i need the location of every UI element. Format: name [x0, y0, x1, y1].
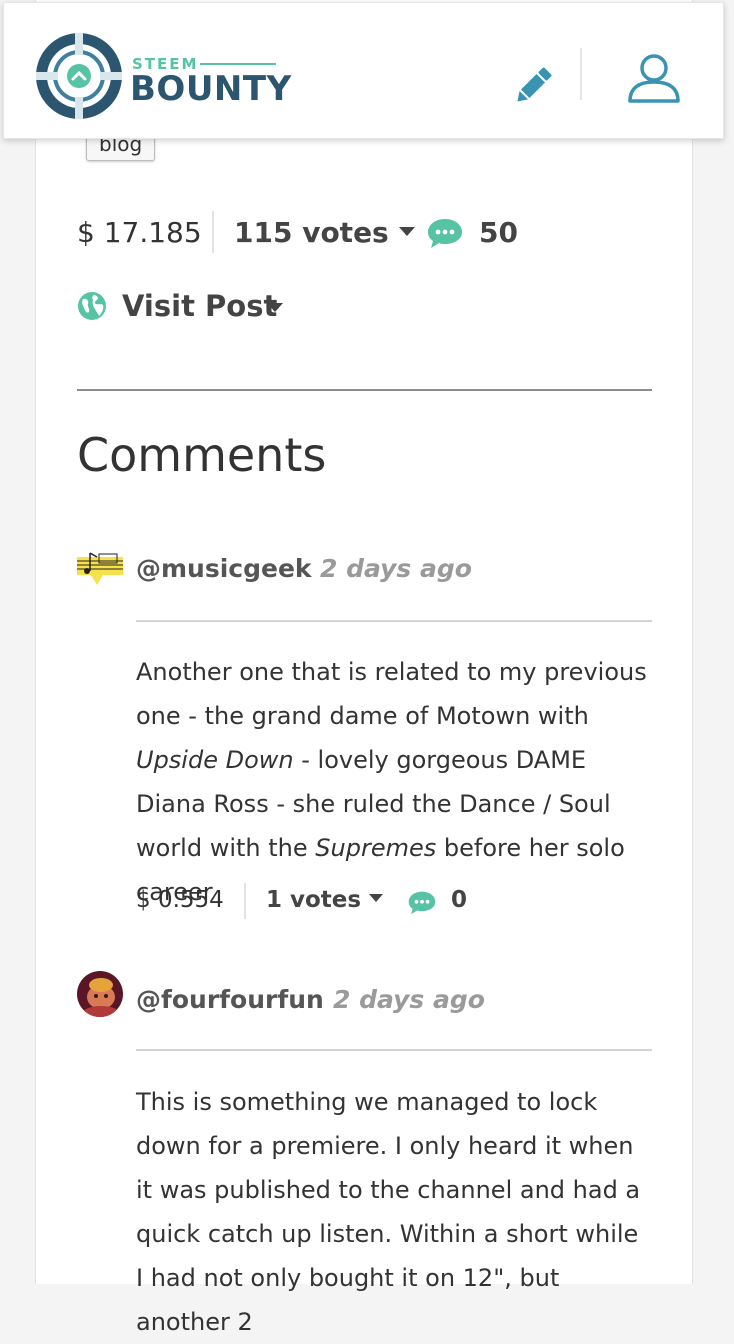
comments-heading: Comments: [77, 428, 327, 482]
comment-text-italic: Supremes: [315, 834, 437, 862]
section-divider: [77, 389, 652, 391]
votes-dropdown[interactable]: 115 votes: [234, 216, 415, 249]
comment-bubble-icon: [408, 891, 436, 915]
brand-divider: [200, 63, 276, 65]
comment-divider: [136, 620, 652, 622]
comment-item: @musicgeek 2 days ago Another one that i…: [77, 545, 652, 925]
comment-votes-label: 1 votes: [266, 887, 362, 913]
comment-author-link[interactable]: @fourfourfun: [136, 985, 324, 1014]
caret-down-icon: [369, 893, 384, 902]
comment-payout: $ 0.554: [136, 887, 224, 913]
visit-post-label: Visit Post: [122, 289, 278, 323]
pencil-icon[interactable]: [510, 63, 556, 109]
comment-text-italic: Upside Down: [136, 746, 294, 774]
comment-bubble-icon: [428, 219, 462, 248]
caret-down-icon: [267, 303, 283, 312]
app-header: STEEM BOUNTY: [3, 2, 724, 139]
comment-body: Another one that is related to my previo…: [136, 650, 652, 914]
brand-bounty-text: BOUNTY: [130, 69, 292, 109]
steem-bounty-logo-icon[interactable]: [34, 31, 124, 121]
globe-icon: [78, 292, 106, 320]
header-divider: [580, 48, 582, 100]
comment-reply-count: 0: [451, 887, 468, 913]
comment-author-link[interactable]: @musicgeek: [136, 554, 312, 583]
post-comment-count: 50: [479, 216, 518, 249]
comment-item: @fourfourfun 2 days ago This is somethin…: [77, 971, 652, 1336]
comment-text: Another one that is related to my previo…: [136, 658, 647, 730]
caret-down-icon: [398, 226, 415, 236]
votes-label: 115 votes: [234, 216, 389, 249]
comment-timestamp: 2 days ago: [320, 554, 472, 583]
comment-votes-dropdown[interactable]: 1 votes: [266, 887, 384, 913]
stats-divider: [244, 883, 246, 919]
avatar[interactable]: [77, 971, 123, 1017]
comment-timestamp: 2 days ago: [333, 985, 485, 1014]
comment-body: This is something we managed to lock dow…: [136, 1088, 641, 1336]
stats-divider: [212, 211, 214, 253]
comment-divider: [136, 1049, 652, 1051]
avatar[interactable]: [77, 545, 123, 591]
post-payout: $ 17.185: [77, 216, 202, 249]
user-profile-icon[interactable]: [626, 53, 682, 105]
